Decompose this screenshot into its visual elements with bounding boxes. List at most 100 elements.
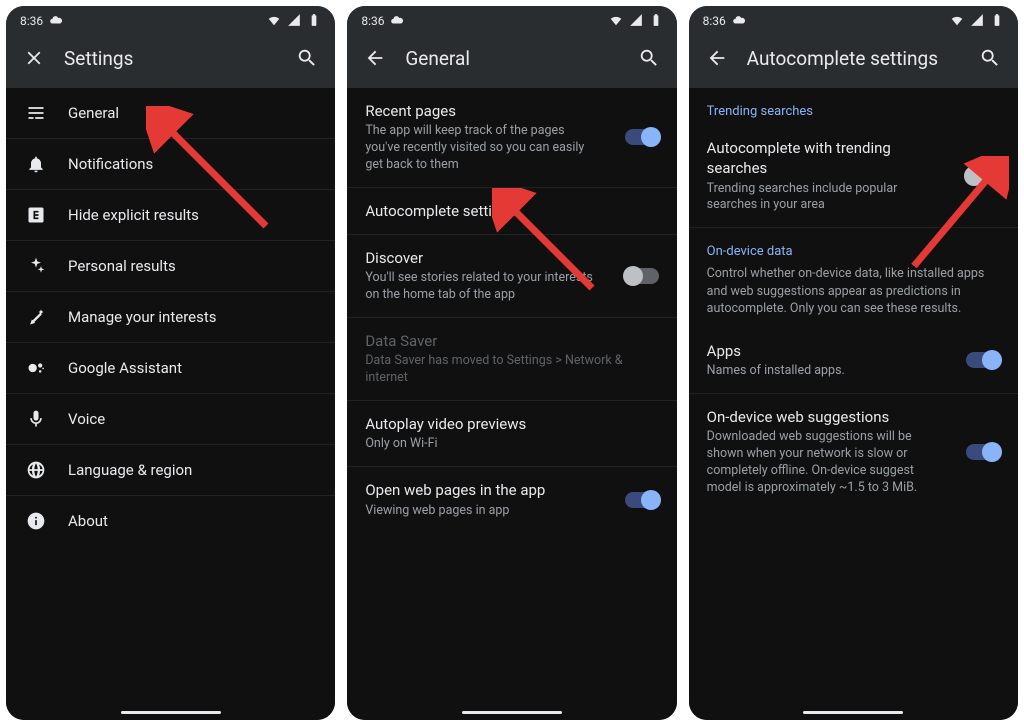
search-icon[interactable] [978,46,1002,70]
item-label: Notifications [68,154,317,174]
item-label: Open web pages in the app [365,480,596,500]
explicit-icon [24,203,48,227]
toggle-switch[interactable] [966,444,1000,460]
signal-icon [970,13,984,30]
mic-icon [24,407,48,431]
settings-item-personal-results[interactable]: Personal results [6,241,335,292]
battery-icon [990,13,1004,30]
app-bar: General [347,34,676,88]
item-label: Language & region [68,460,317,480]
cloud-icon [732,13,746,30]
section-header-trending: Trending searches [689,88,1018,125]
setting-autoplay-video[interactable]: Autoplay video previews Only on Wi-Fi [347,401,676,467]
item-label: Manage your interests [68,307,317,327]
item-sub: Only on Wi-Fi [365,436,658,453]
status-time: 8:36 [361,14,384,28]
item-label: Hide explicit results [68,205,317,225]
item-label: Autocomplete settings [365,201,658,221]
page-title: Settings [64,47,277,70]
item-label: Apps [707,341,938,361]
item-label: Data Saver [365,331,658,351]
item-sub: Names of installed apps. [707,363,938,380]
wifi-icon [609,13,623,30]
settings-item-general[interactable]: General [6,88,335,139]
toggle-switch[interactable] [966,168,1000,184]
sparkle-icon [24,254,48,278]
status-time: 8:36 [703,14,726,28]
battery-icon [649,13,663,30]
sliders-icon [24,101,48,125]
settings-item-voice[interactable]: Voice [6,394,335,445]
screenshot-general: 8:36 General Recent pages The app will k… [347,6,676,720]
settings-item-language-region[interactable]: Language & region [6,445,335,496]
settings-item-google-assistant[interactable]: Google Assistant [6,343,335,394]
item-sub: You'll see stories related to your inter… [365,270,596,304]
wand-icon [24,305,48,329]
setting-open-web-pages[interactable]: Open web pages in the app Viewing web pa… [347,467,676,532]
info-icon [24,509,48,533]
wifi-icon [950,13,964,30]
autocomplete-list: Trending searches Autocomplete with tren… [689,88,1018,720]
app-bar: Settings [6,34,335,88]
section-sub-ondevice: Control whether on-device data, like ins… [689,265,1018,328]
item-label: About [68,511,317,531]
toggle-switch[interactable] [966,352,1000,368]
bell-icon [24,152,48,176]
setting-recent-pages[interactable]: Recent pages The app will keep track of … [347,88,676,188]
cloud-icon [390,13,404,30]
screenshot-autocomplete: 8:36 Autocomplete settings Trending sear… [689,6,1018,720]
setting-discover[interactable]: Discover You'll see stories related to y… [347,235,676,318]
back-icon[interactable] [363,46,387,70]
item-label: General [68,103,317,123]
page-title: Autocomplete settings [747,47,960,70]
back-icon[interactable] [705,46,729,70]
signal-icon [629,13,643,30]
home-indicator[interactable] [803,711,903,714]
setting-autocomplete-settings[interactable]: Autocomplete settings [347,188,676,235]
item-sub: Downloaded web suggestions will be shown… [707,429,938,497]
item-label: Voice [68,409,317,429]
status-bar: 8:36 [347,6,676,34]
settings-item-about[interactable]: About [6,496,335,546]
item-label: Recent pages [365,101,596,121]
status-time: 8:36 [20,14,43,28]
item-label: On-device web suggestions [707,407,938,427]
toggle-switch[interactable] [625,268,659,284]
assistant-icon [24,356,48,380]
close-icon[interactable] [22,46,46,70]
status-icons [609,13,663,30]
status-bar: 8:36 [689,6,1018,34]
status-bar: 8:36 [6,6,335,34]
settings-item-hide-explicit[interactable]: Hide explicit results [6,190,335,241]
home-indicator[interactable] [121,711,221,714]
setting-apps[interactable]: Apps Names of installed apps. [689,328,1018,394]
item-label: Personal results [68,256,317,276]
item-label: Discover [365,248,596,268]
wifi-icon [267,13,281,30]
item-label: Autocomplete with trending searches [707,138,938,179]
cloud-icon [49,13,63,30]
setting-data-saver: Data Saver Data Saver has moved to Setti… [347,318,676,401]
item-label: Google Assistant [68,358,317,378]
search-icon[interactable] [295,46,319,70]
item-sub: Trending searches include popular search… [707,181,938,215]
section-header-ondevice: On-device data [689,228,1018,265]
item-sub: Data Saver has moved to Settings > Netwo… [365,353,658,387]
battery-icon [307,13,321,30]
status-icons [267,13,321,30]
settings-item-manage-interests[interactable]: Manage your interests [6,292,335,343]
toggle-switch[interactable] [625,492,659,508]
item-label: Autoplay video previews [365,414,658,434]
app-bar: Autocomplete settings [689,34,1018,88]
item-sub: The app will keep track of the pages you… [365,123,596,174]
screenshot-settings: 8:36 Settings General Notifications Hide… [6,6,335,720]
search-icon[interactable] [637,46,661,70]
general-list: Recent pages The app will keep track of … [347,88,676,720]
home-indicator[interactable] [462,711,562,714]
toggle-switch[interactable] [625,129,659,145]
globe-icon [24,458,48,482]
setting-ondevice-web[interactable]: On-device web suggestions Downloaded web… [689,394,1018,510]
item-sub: Viewing web pages in app [365,503,596,520]
settings-item-notifications[interactable]: Notifications [6,139,335,190]
setting-autocomplete-trending[interactable]: Autocomplete with trending searches Tren… [689,125,1018,228]
